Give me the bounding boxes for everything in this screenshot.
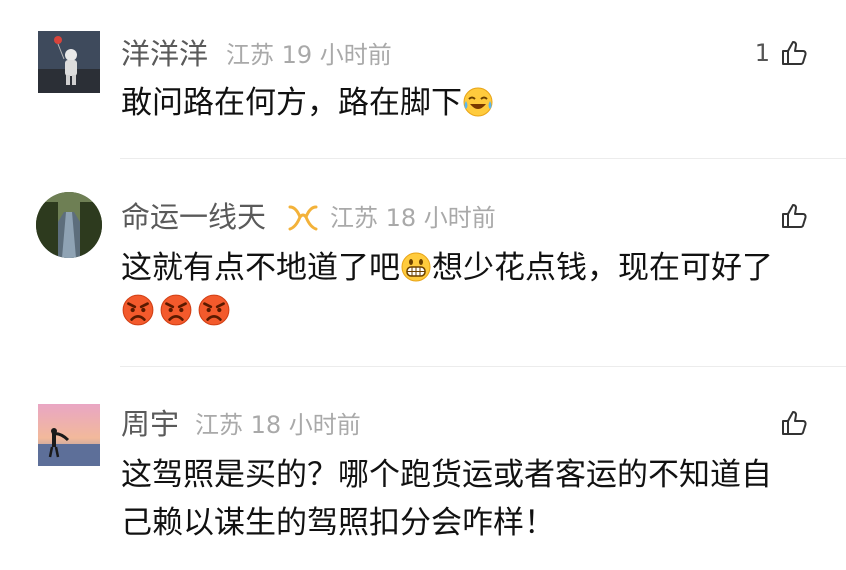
comment-meta: 江苏 19 小时前: [226, 43, 392, 67]
divider: [120, 158, 846, 159]
timestamp: 18 小时前: [385, 204, 496, 232]
username[interactable]: 命运一线天: [121, 203, 266, 232]
comment-text: 敢问路在何方，路在脚下: [121, 78, 494, 128]
comment-text-content: 敢问路在何方，路在脚下: [121, 85, 462, 121]
divider: [120, 366, 846, 367]
thumbs-up-icon: [780, 408, 810, 438]
like-button[interactable]: 1: [755, 38, 810, 68]
emoji-row: [121, 287, 231, 337]
thumbs-up-icon: [780, 38, 810, 68]
grinning-emoji-icon: [400, 251, 432, 283]
timestamp: 18 小时前: [250, 411, 361, 439]
comment-text-line-1: 这驾照是买的？哪个跑货运或者客运的不知道自: [121, 457, 772, 493]
location-label: 江苏: [226, 41, 274, 69]
comment-meta: 江苏 18 小时前: [195, 413, 361, 437]
angry-emoji-icon: [121, 293, 155, 327]
like-button[interactable]: [780, 201, 810, 231]
avatar[interactable]: [36, 192, 102, 258]
username[interactable]: 洋洋洋: [121, 40, 208, 69]
avatar[interactable]: [38, 404, 100, 466]
thumbs-up-icon: [780, 201, 810, 231]
like-count: 1: [754, 39, 770, 67]
location-label: 江苏: [330, 204, 378, 232]
location-label: 江苏: [195, 411, 243, 439]
comment-meta: 江苏 18 小时前: [330, 206, 496, 230]
avatar[interactable]: [38, 31, 100, 93]
laughing-crying-emoji-icon: [462, 86, 494, 118]
comment-text-content: 想少花点钱，现在可好了: [432, 250, 773, 286]
like-button[interactable]: [780, 408, 810, 438]
timestamp: 19 小时前: [281, 41, 392, 69]
angry-emoji-icon: [159, 293, 193, 327]
comment-text-line-2: 己赖以谋生的驾照扣分会咋样！: [121, 505, 555, 541]
vip-badge-icon: [287, 203, 319, 233]
angry-emoji-icon: [197, 293, 231, 327]
comment-text-content: 这就有点不地道了吧: [121, 250, 400, 286]
comment-text: 这就有点不地道了吧 想少花点钱，现在可好了: [121, 243, 773, 293]
username[interactable]: 周宇: [121, 410, 179, 439]
